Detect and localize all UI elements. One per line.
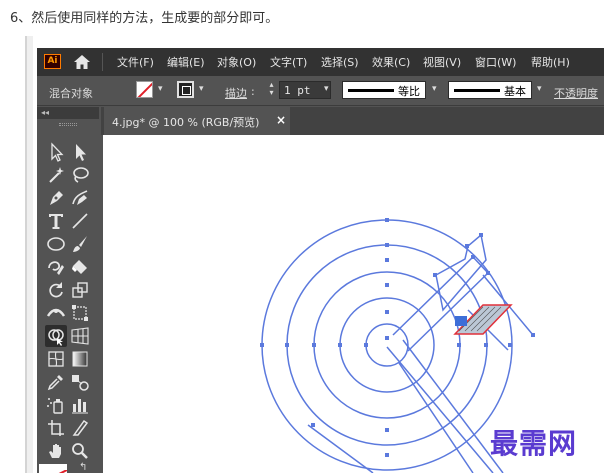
stroke-swatch[interactable] [177,81,194,98]
menu-edit[interactable]: 编辑(E) [167,54,205,70]
arrow-shaft-upper [392,255,490,352]
brush-label: 基本 [504,85,526,98]
zoom-tool-icon[interactable] [69,440,91,462]
home-icon[interactable] [72,53,92,71]
profile-chevron-icon[interactable]: ▾ [432,84,437,94]
swap-colors-icon[interactable]: ↰ [79,462,91,473]
rotate-tool-icon[interactable] [45,279,67,301]
ellipse-tool-icon[interactable] [45,233,67,255]
symbol-sprayer-tool-icon[interactable] [45,394,67,416]
menu-select[interactable]: 选择(S) [321,54,359,70]
curvature-tool-icon[interactable] [69,187,91,209]
brush-chevron-icon[interactable]: ▾ [537,84,542,94]
close-tab-icon[interactable]: × [276,113,286,127]
shaper-tool-icon[interactable] [45,256,67,278]
selection-type-label: 混合对象 [49,87,93,100]
document-tab[interactable]: 4.jpg* @ 100 % (RGB/预览) × [104,107,290,135]
menu-file[interactable]: 文件(F) [117,54,154,70]
variable-width-profile-dropdown[interactable]: 等比 [342,81,426,99]
slice-tool-icon[interactable] [69,417,91,439]
blend-tool-icon[interactable] [69,371,91,393]
hand-tool-icon[interactable] [45,440,67,462]
target-ring-inner [365,323,409,367]
fill-swatch[interactable] [136,81,153,98]
paintbrush-tool-icon[interactable] [69,233,91,255]
type-tool-icon[interactable] [45,210,67,232]
stroke-weight-stepper-icon[interactable]: ▴ ▾ [265,81,278,99]
instruction-caption: 6、然后使用同样的方法，生成要的部分即可。 [10,11,279,26]
tools-panel: ◂◂ ↰ [37,107,99,473]
document-tab-title: 4.jpg* @ 100 % (RGB/预览) [112,116,260,129]
stroke-weight-chevron-icon[interactable]: ▾ [324,84,329,94]
target-ring-3 [313,271,461,419]
opacity-label[interactable]: 不透明度 [554,85,598,101]
menu-view[interactable]: 视图(V) [423,54,461,70]
brush-definition-dropdown[interactable]: 基本 [448,81,532,99]
control-bar: 混合对象 ▾ ▾ 描边 : ▴ ▾ 1 pt ▾ 等比 ▾ 基本 ▾ 不透明度 [37,76,604,106]
illustrator-window: Ai 文件(F) 编辑(E) 对象(O) 文字(T) 选择(S) 效果(C) 视… [37,48,604,473]
free-transform-tool-icon[interactable] [69,302,91,324]
selected-blend-shape [453,304,513,335]
eraser-tool-icon[interactable] [69,256,91,278]
menu-effect[interactable]: 效果(C) [372,54,410,70]
tools-panel-header[interactable]: ◂◂ [37,107,99,119]
menu-window[interactable]: 窗口(W) [475,54,516,70]
mesh-tool-icon[interactable] [45,348,67,370]
menu-separator [102,53,103,71]
menu-help[interactable]: 帮助(H) [531,54,570,70]
fill-dropdown-chevron-icon[interactable]: ▾ [158,84,163,94]
profile-label: 等比 [398,85,420,98]
selection-tool-icon[interactable] [45,141,67,163]
site-watermark: 最需网 [490,427,578,460]
magic-wand-tool-icon[interactable] [45,164,67,186]
artboard-tool-icon[interactable] [45,417,67,439]
none-fill-icon [137,82,152,97]
column-graph-tool-icon[interactable] [69,394,91,416]
perspective-grid-tool-icon[interactable] [69,325,91,347]
direct-selection-tool-icon[interactable] [69,141,91,163]
arrow-shaft-lower-2 [402,339,504,473]
app-logo: Ai [44,54,61,69]
line-segment-tool-icon[interactable] [69,210,91,232]
menu-type[interactable]: 文字(T) [270,54,307,70]
article-margin-bar [25,36,33,473]
width-tool-icon[interactable] [45,302,67,324]
lasso-tool-icon[interactable] [69,164,91,186]
gradient-tool-icon[interactable] [69,348,91,370]
stroke-label-colon: : [251,85,255,98]
scale-tool-icon[interactable] [69,279,91,301]
fill-color-indicator[interactable] [39,464,67,473]
arrow-shaft-lower [386,346,494,473]
menu-bar: Ai 文件(F) 编辑(E) 对象(O) 文字(T) 选择(S) 效果(C) 视… [37,48,604,76]
stroke-dropdown-chevron-icon[interactable]: ▾ [199,84,204,94]
pen-tool-icon[interactable] [45,187,67,209]
tools-panel-grip[interactable] [59,123,77,126]
eyedropper-tool-icon[interactable] [45,371,67,393]
profile-line-preview [348,89,394,92]
brush-line-preview [454,89,500,92]
menu-object[interactable]: 对象(O) [217,54,256,70]
stroke-label[interactable]: 描边 [225,85,247,101]
document-tab-strip: 4.jpg* @ 100 % (RGB/预览) × [101,107,604,135]
shape-builder-tool-icon[interactable] [45,325,67,347]
